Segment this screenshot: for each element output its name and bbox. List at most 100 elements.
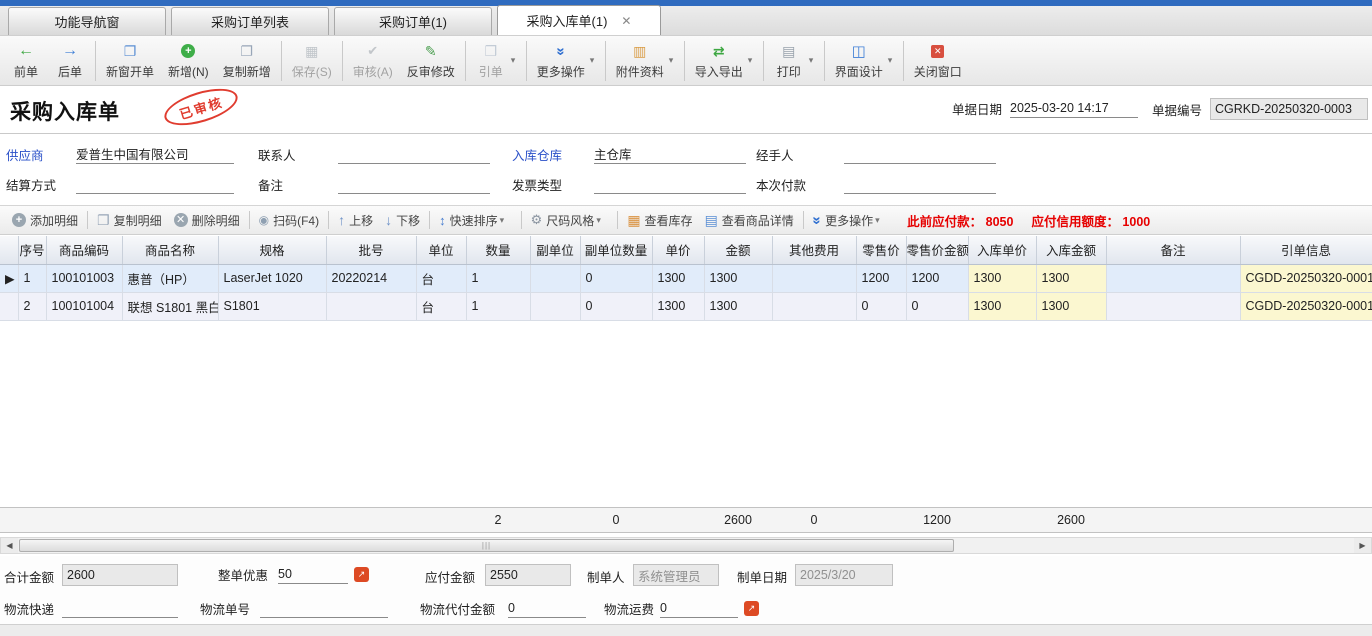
- quick-sort-button[interactable]: ↕快速排序: [433, 207, 518, 233]
- tab-purchase-order[interactable]: 采购订单(1): [334, 7, 492, 35]
- cell[interactable]: 1200: [906, 264, 968, 292]
- cell[interactable]: [772, 292, 856, 320]
- cell[interactable]: 1: [18, 264, 46, 292]
- tab-purchase-order-list[interactable]: 采购订单列表: [171, 7, 329, 35]
- view-stock-button[interactable]: ▦查看库存: [621, 207, 698, 233]
- cell[interactable]: 惠普（HP）: [122, 264, 218, 292]
- remark-field[interactable]: [338, 174, 490, 194]
- column-header[interactable]: 副单位: [530, 236, 580, 264]
- cell[interactable]: CGDD-20250320-0001: [1240, 264, 1372, 292]
- logistics-paid-field[interactable]: [508, 598, 586, 618]
- size-style-button[interactable]: ⚙尺码风格: [525, 207, 615, 233]
- print-button[interactable]: ▤打印: [767, 38, 811, 84]
- doc-date-field[interactable]: [1010, 98, 1138, 118]
- dropdown-arrow-icon[interactable]: [875, 215, 885, 226]
- add-new-button[interactable]: +新增(N): [161, 38, 216, 84]
- delete-detail-button[interactable]: ✕删除明细: [168, 207, 246, 233]
- scroll-left-icon[interactable]: ◀: [1, 538, 18, 553]
- cell[interactable]: 0: [856, 292, 906, 320]
- column-header[interactable]: 金额: [704, 236, 772, 264]
- cell[interactable]: 1: [466, 264, 530, 292]
- copy-new-button[interactable]: ❐复制新增: [216, 38, 278, 84]
- column-header[interactable]: 单位: [416, 236, 466, 264]
- view-product-button[interactable]: ▤查看商品详情: [699, 207, 800, 233]
- cell[interactable]: 1300: [704, 264, 772, 292]
- cell[interactable]: [772, 264, 856, 292]
- save-button[interactable]: ▦保存(S): [285, 38, 339, 84]
- table-row[interactable]: ▶1100101003惠普（HP）LaserJet 102020220214台1…: [0, 264, 1372, 292]
- supplier-field[interactable]: [76, 144, 234, 164]
- cell[interactable]: 1300: [652, 264, 704, 292]
- import-export-button[interactable]: ⇄导入导出: [688, 38, 750, 84]
- discount-edit-icon[interactable]: ↗: [354, 567, 369, 582]
- column-header[interactable]: 批号: [326, 236, 416, 264]
- column-header[interactable]: 序号: [18, 236, 46, 264]
- horizontal-scrollbar[interactable]: ◀ ||| ▶: [0, 537, 1372, 554]
- handler-field[interactable]: [844, 144, 996, 164]
- tab-nav-window[interactable]: 功能导航窗: [8, 7, 166, 35]
- cell[interactable]: 台: [416, 292, 466, 320]
- column-header[interactable]: 入库单价: [968, 236, 1036, 264]
- dropdown-arrow-icon[interactable]: [596, 215, 606, 226]
- more-actions-button[interactable]: »更多操作: [530, 38, 592, 84]
- dropdown-arrow-icon[interactable]: [500, 215, 510, 226]
- logistics-express-field[interactable]: [62, 598, 178, 618]
- cell[interactable]: 联想 S1801 黑白: [122, 292, 218, 320]
- move-down-button[interactable]: ↓下移: [379, 207, 426, 233]
- warehouse-field[interactable]: [594, 144, 746, 164]
- column-header[interactable]: 商品编码: [46, 236, 122, 264]
- column-header[interactable]: 引单信息: [1240, 236, 1372, 264]
- cell[interactable]: [530, 264, 580, 292]
- cell[interactable]: 1300: [652, 292, 704, 320]
- column-header[interactable]: 其他费用: [772, 236, 856, 264]
- cell[interactable]: [1106, 264, 1240, 292]
- cell[interactable]: 1200: [856, 264, 906, 292]
- column-header[interactable]: 副单位数量: [580, 236, 652, 264]
- tab-close-icon[interactable]: ✕: [621, 14, 631, 28]
- cell[interactable]: 1: [466, 292, 530, 320]
- table-row[interactable]: 2100101004联想 S1801 黑白S1801台1013001300001…: [0, 292, 1372, 320]
- next-doc-button[interactable]: →后单: [48, 38, 92, 84]
- new-window-doc-button[interactable]: ❐新窗开单: [99, 38, 161, 84]
- column-header[interactable]: 零售价金额: [906, 236, 968, 264]
- cell[interactable]: 台: [416, 264, 466, 292]
- cell[interactable]: S1801: [218, 292, 326, 320]
- order-discount-field[interactable]: [278, 564, 348, 584]
- settle-method-field[interactable]: [76, 174, 234, 194]
- column-header[interactable]: 零售价: [856, 236, 906, 264]
- column-header[interactable]: 备注: [1106, 236, 1240, 264]
- freight-edit-icon[interactable]: ↗: [744, 601, 759, 616]
- cell[interactable]: 0: [580, 264, 652, 292]
- scan-code-button[interactable]: ◉扫码(F4): [253, 207, 325, 233]
- column-header[interactable]: 商品名称: [122, 236, 218, 264]
- cell[interactable]: CGDD-20250320-0001: [1240, 292, 1372, 320]
- logistics-freight-field[interactable]: [660, 598, 738, 618]
- copy-detail-button[interactable]: ❐复制明细: [91, 207, 168, 233]
- invoice-type-field[interactable]: [594, 174, 746, 194]
- cell[interactable]: 1300: [968, 264, 1036, 292]
- cell[interactable]: 0: [580, 292, 652, 320]
- cell[interactable]: 2: [18, 292, 46, 320]
- unaudit-modify-button[interactable]: ✎反审修改: [400, 38, 462, 84]
- more-actions-detail-button[interactable]: »更多操作: [807, 207, 893, 233]
- column-header[interactable]: 单价: [652, 236, 704, 264]
- attachments-button[interactable]: ▥附件资料: [609, 38, 671, 84]
- cell[interactable]: 1300: [1036, 264, 1106, 292]
- column-header[interactable]: 数量: [466, 236, 530, 264]
- move-up-button[interactable]: ↑上移: [332, 207, 379, 233]
- prev-doc-button[interactable]: ←前单: [4, 38, 48, 84]
- cell[interactable]: 1300: [1036, 292, 1106, 320]
- cell[interactable]: [1106, 292, 1240, 320]
- cell[interactable]: 1300: [704, 292, 772, 320]
- scroll-right-icon[interactable]: ▶: [1354, 538, 1371, 553]
- tab-purchase-inbound[interactable]: 采购入库单(1) ✕: [497, 5, 661, 35]
- scrollbar-thumb[interactable]: |||: [19, 539, 954, 552]
- cell[interactable]: [326, 292, 416, 320]
- logistics-no-field[interactable]: [260, 598, 388, 618]
- cell[interactable]: [530, 292, 580, 320]
- add-detail-button[interactable]: +添加明细: [6, 207, 84, 233]
- cell[interactable]: LaserJet 1020: [218, 264, 326, 292]
- close-window-button[interactable]: ✕关闭窗口: [907, 38, 969, 84]
- contact-field[interactable]: [338, 144, 490, 164]
- pull-order-button[interactable]: ❒引单: [469, 38, 513, 84]
